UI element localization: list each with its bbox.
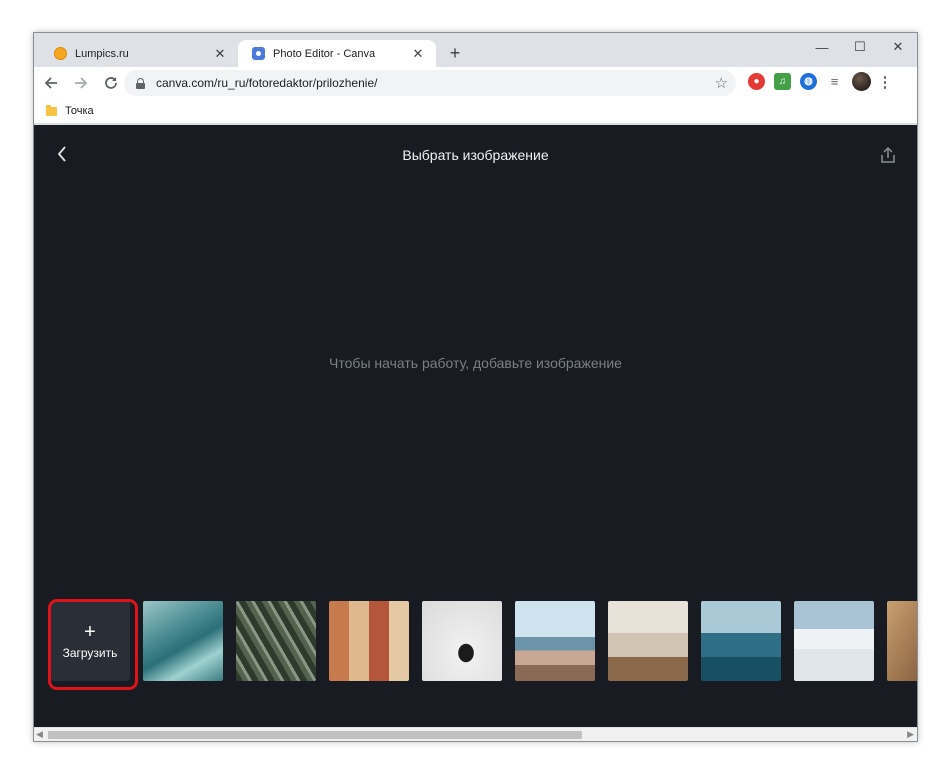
- tab-canva[interactable]: Photo Editor - Canva ✕: [238, 40, 436, 67]
- thumbnail-interior-room[interactable]: [608, 601, 688, 681]
- back-button[interactable]: [38, 70, 64, 96]
- address-bar[interactable]: canva.com/ru_ru/fotoredaktor/prilozhenie…: [124, 70, 736, 96]
- forward-button[interactable]: [68, 70, 94, 96]
- bookmark-star-icon[interactable]: ☆: [715, 74, 728, 92]
- canva-favicon-icon: [252, 47, 265, 60]
- lumpics-favicon-icon: [54, 47, 67, 60]
- image-strip: + Загрузить: [50, 601, 917, 681]
- new-tab-button[interactable]: +: [444, 42, 466, 64]
- plus-icon: +: [84, 621, 96, 643]
- extensions-area: ● ♫ ◍ ≡ ⋮: [748, 72, 893, 91]
- thumbnail-coffee-cup[interactable]: [422, 601, 502, 681]
- share-upload-icon[interactable]: [879, 146, 897, 164]
- horizontal-scrollbar[interactable]: ◀ ▶: [34, 727, 917, 741]
- queue-icon[interactable]: ≡: [826, 73, 843, 90]
- thumbnail-building-facade[interactable]: [329, 601, 409, 681]
- browser-window: Lumpics.ru ✕ Photo Editor - Canva ✕ + — …: [33, 32, 918, 742]
- back-arrow-icon: [44, 77, 57, 89]
- ublock-icon[interactable]: ●: [748, 73, 765, 90]
- reload-button[interactable]: [98, 70, 124, 96]
- thumbnail-palm-leaves[interactable]: [236, 601, 316, 681]
- reload-icon: [105, 77, 117, 89]
- scroll-left-icon[interactable]: ◀: [36, 729, 43, 740]
- bookmark-tochka[interactable]: Точка: [65, 105, 94, 117]
- scroll-right-icon[interactable]: ▶: [907, 729, 914, 740]
- url-text: canva.com/ru_ru/fotoredaktor/prilozhenie…: [156, 76, 378, 90]
- bookmarks-bar: Точка: [34, 99, 917, 124]
- page-title: Выбрать изображение: [402, 147, 549, 163]
- scrollbar-thumb[interactable]: [48, 731, 582, 739]
- folder-icon: [46, 104, 57, 116]
- thumbnail-woman-on-beach[interactable]: [515, 601, 595, 681]
- tab-title: Lumpics.ru: [75, 47, 129, 60]
- browser-toolbar: canva.com/ru_ru/fotoredaktor/prilozhenie…: [34, 67, 917, 99]
- canva-editor-page: Выбрать изображение Чтобы начать работу,…: [34, 125, 917, 729]
- tab-close-icon[interactable]: ✕: [212, 46, 228, 62]
- thumbnail-foggy-city[interactable]: [794, 601, 874, 681]
- upload-label: Загрузить: [62, 646, 118, 660]
- thumbnail-desert[interactable]: [887, 601, 917, 681]
- upload-button[interactable]: + Загрузить: [50, 601, 130, 681]
- music-icon[interactable]: ♫: [774, 73, 791, 90]
- lock-icon: [136, 77, 145, 89]
- close-window-button[interactable]: ✕: [879, 33, 917, 61]
- tab-strip: Lumpics.ru ✕ Photo Editor - Canva ✕ + — …: [34, 33, 917, 67]
- globe-icon[interactable]: ◍: [800, 73, 817, 90]
- tab-title: Photo Editor - Canva: [273, 47, 376, 60]
- maximize-button[interactable]: ☐: [841, 33, 879, 61]
- window-controls: — ☐ ✕: [803, 33, 917, 61]
- menu-icon[interactable]: ⋮: [878, 73, 893, 91]
- thumbnail-surfer-wave[interactable]: [701, 601, 781, 681]
- thumbnail-ocean-waves[interactable]: [143, 601, 223, 681]
- empty-state-message: Чтобы начать работу, добавьте изображени…: [329, 355, 622, 371]
- forward-arrow-icon: [75, 77, 88, 89]
- tab-lumpics[interactable]: Lumpics.ru ✕: [40, 40, 238, 67]
- tab-close-icon[interactable]: ✕: [410, 46, 426, 62]
- profile-avatar[interactable]: [852, 72, 871, 91]
- minimize-button[interactable]: —: [803, 33, 841, 61]
